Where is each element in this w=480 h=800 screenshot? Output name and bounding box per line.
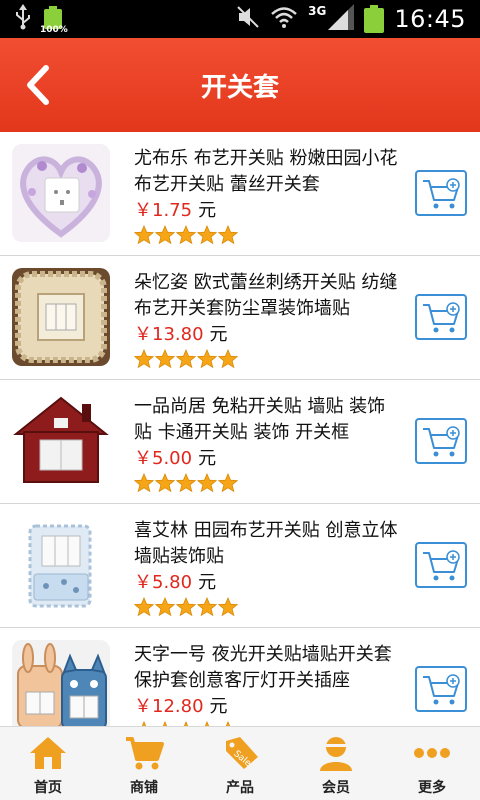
rating-stars: [134, 225, 402, 247]
price-unit: 元: [198, 200, 217, 221]
status-bar: 100% 3G 16:45: [0, 0, 480, 38]
price-unit: 元: [198, 448, 217, 469]
nav-products-label: 产品: [226, 780, 254, 796]
nav-home-label: 首页: [34, 780, 62, 796]
add-to-cart-button[interactable]: [415, 294, 467, 340]
nav-more-label: 更多: [418, 780, 446, 796]
star-icon: [218, 349, 238, 369]
nav-more[interactable]: 更多: [384, 727, 480, 800]
star-icon: [197, 597, 217, 617]
product-image[interactable]: [12, 144, 110, 242]
page-title: 开关套: [200, 72, 279, 103]
add-to-cart-icon: [423, 426, 460, 457]
price-unit: 元: [209, 324, 228, 345]
product-image[interactable]: [12, 268, 110, 366]
product-image[interactable]: [12, 640, 110, 726]
mute-icon: [236, 5, 260, 33]
product-item[interactable]: 喜艾林 田园布艺开关贴 创意立体墙贴装饰贴 ￥5.80 元: [0, 504, 480, 628]
star-icon: [155, 473, 175, 493]
star-icon: [197, 349, 217, 369]
product-item[interactable]: 尤布乐 布艺开关贴 粉嫩田园小花布艺开关贴 蕾丝开关套 ￥1.75 元: [0, 132, 480, 256]
add-to-cart-icon: [423, 674, 460, 705]
home-icon: [30, 737, 66, 769]
star-icon: [218, 225, 238, 245]
star-icon: [218, 597, 238, 617]
product-name[interactable]: 喜艾林 田园布艺开关贴 创意立体墙贴装饰贴: [134, 518, 402, 570]
product-name[interactable]: 朵忆姿 欧式蕾丝刺绣开关贴 纺缝布艺开关套防尘罩装饰墙贴: [134, 270, 402, 322]
product-name[interactable]: 天字一号 夜光开关贴墙贴开关套保护套创意客厅灯开关插座: [134, 642, 402, 694]
star-icon: [134, 225, 154, 245]
rating-stars: [134, 473, 402, 495]
star-icon: [176, 597, 196, 617]
usb-icon: [14, 4, 32, 34]
add-to-cart-button[interactable]: [415, 418, 467, 464]
nav-member[interactable]: 会员: [288, 727, 384, 800]
add-to-cart-icon: [423, 302, 460, 333]
battery-percent: 100%: [40, 25, 68, 35]
battery-icon: [364, 5, 385, 33]
battery-status-icon: 100%: [40, 6, 68, 35]
add-to-cart-icon: [423, 550, 460, 581]
add-to-cart-icon: [423, 178, 460, 209]
product-item[interactable]: 一品尚居 免粘开关贴 墙贴 装饰贴 卡通开关贴 装饰 开关框 ￥5.00 元: [0, 380, 480, 504]
add-to-cart-button[interactable]: [415, 170, 467, 216]
star-icon: [176, 225, 196, 245]
add-to-cart-button[interactable]: [415, 542, 467, 588]
member-icon: [320, 737, 352, 771]
network-type: 3G: [308, 4, 327, 18]
product-image[interactable]: [12, 516, 110, 614]
add-to-cart-button[interactable]: [415, 666, 467, 712]
product-item[interactable]: 天字一号 夜光开关贴墙贴开关套保护套创意客厅灯开关插座 ￥12.80 元: [0, 628, 480, 726]
app-root: 100% 3G 16:45 开关套 尤布乐 布艺开关贴 粉嫩田园小花布艺开关贴 …: [0, 0, 480, 800]
nav-home[interactable]: 首页: [0, 727, 96, 800]
star-icon: [218, 473, 238, 493]
cart-icon: [126, 737, 164, 770]
star-icon: [134, 597, 154, 617]
sale-tag-icon: Sale: [226, 737, 258, 769]
product-image[interactable]: [12, 392, 110, 490]
rating-stars: [134, 597, 402, 619]
wifi-icon: [270, 5, 298, 33]
price-unit: 元: [198, 572, 217, 593]
clock: 16:45: [394, 5, 466, 33]
star-icon: [155, 597, 175, 617]
product-list[interactable]: 尤布乐 布艺开关贴 粉嫩田园小花布艺开关贴 蕾丝开关套 ￥1.75 元 朵忆姿 …: [0, 132, 480, 726]
product-price: ￥13.80: [134, 324, 204, 345]
signal-icon: [328, 4, 355, 34]
star-icon: [134, 349, 154, 369]
star-icon: [176, 349, 196, 369]
star-icon: [176, 473, 196, 493]
nav-shops-label: 商铺: [130, 780, 158, 796]
product-item[interactable]: 朵忆姿 欧式蕾丝刺绣开关贴 纺缝布艺开关套防尘罩装饰墙贴 ￥13.80 元: [0, 256, 480, 380]
bottom-nav: 首页 商铺 Sale 产品 会员 更多: [0, 726, 480, 800]
nav-products[interactable]: Sale 产品: [192, 727, 288, 800]
star-icon: [197, 473, 217, 493]
product-price: ￥5.00: [134, 448, 193, 469]
back-button[interactable]: [18, 60, 62, 110]
rating-stars: [134, 349, 402, 371]
more-icon: [414, 748, 450, 758]
product-price: ￥12.80: [134, 696, 204, 717]
price-unit: 元: [209, 696, 228, 717]
star-icon: [155, 349, 175, 369]
product-name[interactable]: 一品尚居 免粘开关贴 墙贴 装饰贴 卡通开关贴 装饰 开关框: [134, 394, 402, 446]
product-price: ￥5.80: [134, 572, 193, 593]
nav-shops[interactable]: 商铺: [96, 727, 192, 800]
star-icon: [197, 225, 217, 245]
nav-member-label: 会员: [322, 780, 350, 796]
back-arrow-icon: [27, 65, 49, 105]
star-icon: [134, 473, 154, 493]
star-icon: [155, 225, 175, 245]
product-price: ￥1.75: [134, 200, 193, 221]
title-bar: 开关套: [0, 38, 480, 132]
product-name[interactable]: 尤布乐 布艺开关贴 粉嫩田园小花布艺开关贴 蕾丝开关套: [134, 146, 402, 198]
